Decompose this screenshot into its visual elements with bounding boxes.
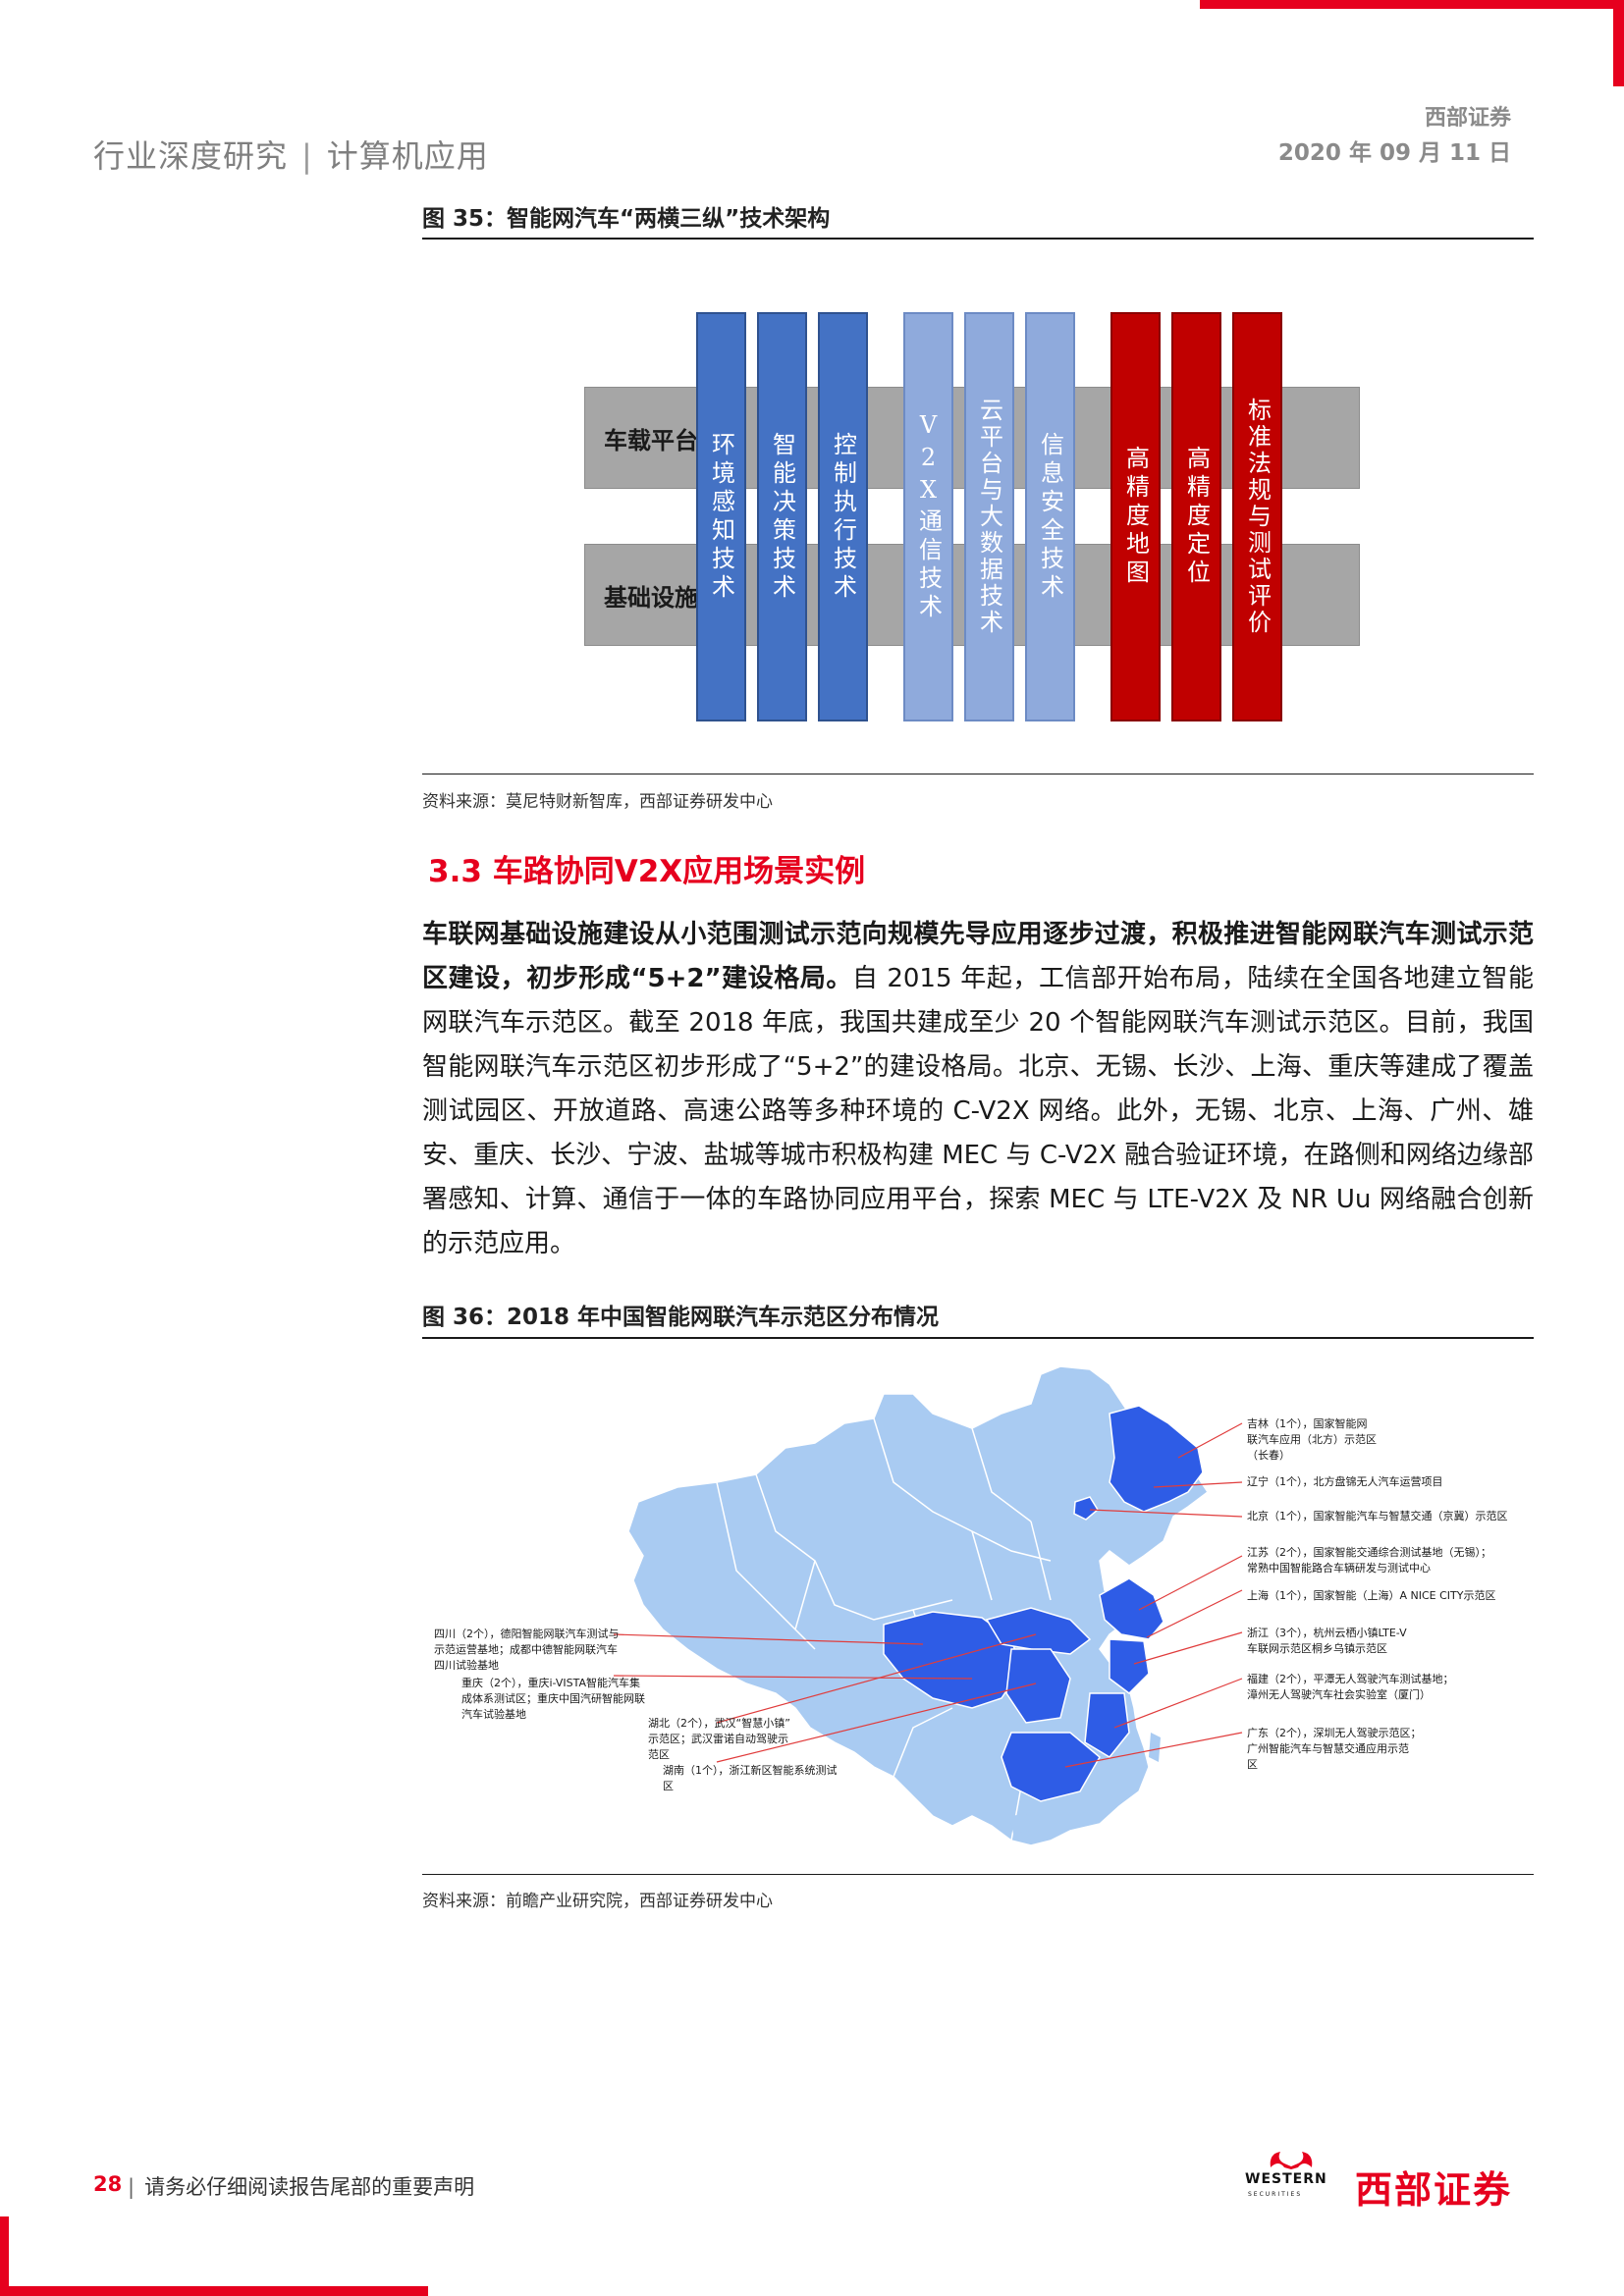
label-line: 重庆（2个），重庆i-VISTA智能汽车集 bbox=[461, 1677, 641, 1689]
label-line: 上海（1个），国家智能（上海）A NICE CITY示范区 bbox=[1247, 1589, 1496, 1602]
column-intelligent-decision: 智能决策技术 bbox=[757, 312, 807, 721]
figure-36-bottom-rule bbox=[422, 1874, 1534, 1875]
bottom-red-rule-vertical bbox=[0, 2216, 9, 2296]
label-line: 常熟中国智能路合车辆研发与测试中心 bbox=[1247, 1562, 1431, 1575]
label-line: 成体系测试区；重庆中国汽研智能网联 bbox=[461, 1692, 645, 1705]
label-line: 漳州无人驾驶汽车社会实验室（厦门） bbox=[1247, 1688, 1431, 1701]
figure-35-source: 资料来源：莫尼特财新智库，西部证券研发中心 bbox=[422, 792, 773, 812]
column-label: 控制执行技术 bbox=[829, 431, 857, 603]
label-chongqing: 重庆（2个），重庆i-VISTA智能汽车集 成体系测试区；重庆中国汽研智能网联 … bbox=[461, 1676, 645, 1723]
figure-35-title: 图 35：智能网汽车“两横三纵”技术架构 bbox=[422, 206, 831, 232]
taiwan-island bbox=[1149, 1733, 1161, 1762]
column-environment-perception: 环境感知技术 bbox=[696, 312, 746, 721]
label-line: 浙江（3个），杭州云栖小镇LTE-V bbox=[1247, 1627, 1407, 1639]
china-map-figure: 吉林（1个），国家智能网 联汽车应用（北方）示范区 （长春） 辽宁（1个），北方… bbox=[422, 1355, 1534, 1865]
column-label: 高精度定位 bbox=[1182, 446, 1211, 588]
column-label: 信息安全技术 bbox=[1036, 431, 1064, 603]
logo-wordmark-cn: 西部证券 bbox=[1355, 2168, 1513, 2212]
bottom-red-rule bbox=[0, 2286, 428, 2296]
page-number: 28 bbox=[93, 2172, 123, 2196]
header-separator: | bbox=[301, 137, 313, 175]
label-jiangsu: 江苏（2个），国家智能交通综合测试基地（无锡）； 常熟中国智能路合车辆研发与测试… bbox=[1247, 1545, 1491, 1576]
label-line: 湖北（2个），武汉“智慧小镇” bbox=[648, 1717, 790, 1730]
report-category: 行业深度研究 | 计算机应用 bbox=[93, 132, 489, 177]
label-line: 示范区；武汉雷诺自动驾驶示 bbox=[648, 1733, 788, 1745]
label-liaoning: 辽宁（1个），北方盘锦无人汽车运营项目 bbox=[1247, 1474, 1443, 1490]
label-sichuan: 四川（2个），德阳智能网联汽车测试与 示范运营基地；成都中德智能网联汽车 四川试… bbox=[434, 1627, 620, 1674]
column-hd-map: 高精度地图 bbox=[1110, 312, 1161, 721]
label-line: 吉林（1个），国家智能网 bbox=[1247, 1417, 1368, 1430]
architecture-diagram: 车载平台 基础设施 环境感知技术 智能决策技术 控制执行技术 V2X通信技术 云… bbox=[584, 312, 1360, 738]
figure-36-top-rule bbox=[422, 1337, 1534, 1339]
label-line: 区 bbox=[1247, 1758, 1258, 1771]
logo-wordmark-en: WESTERN bbox=[1245, 2171, 1327, 2187]
label-jilin: 吉林（1个），国家智能网 联汽车应用（北方）示范区 （长春） bbox=[1247, 1416, 1377, 1464]
row-label-vehicle-platform: 车载平台 bbox=[604, 426, 698, 454]
column-cloud-bigdata: 云平台与大数据技术 bbox=[964, 312, 1014, 721]
label-line: 辽宁（1个），北方盘锦无人汽车运营项目 bbox=[1247, 1475, 1443, 1488]
label-line: 北京（1个），国家智能汽车与智慧交通（京冀）示范区 bbox=[1247, 1510, 1508, 1522]
column-label: 高精度地图 bbox=[1121, 446, 1150, 588]
top-red-rule-vertical bbox=[1613, 0, 1624, 86]
figure-36-source: 资料来源：前瞻产业研究院，西部证券研发中心 bbox=[422, 1892, 773, 1911]
label-line: 广东（2个），深圳无人驾驶示范区； bbox=[1247, 1727, 1422, 1739]
label-guangdong: 广东（2个），深圳无人驾驶示范区； 广州智能汽车与智慧交通应用示范 区 bbox=[1247, 1726, 1422, 1773]
label-line: 湖南（1个），浙江新区智能系统测试 bbox=[663, 1764, 838, 1777]
body-paragraph: 车联网基础设施建设从小范围测试示范向规模先导应用逐步过渡，积极推进智能网联汽车测… bbox=[422, 913, 1534, 1266]
label-line: 四川（2个），德阳智能网联汽车测试与 bbox=[434, 1628, 620, 1640]
report-industry: 计算机应用 bbox=[326, 137, 489, 175]
label-line: 示范运营基地；成都中德智能网联汽车 bbox=[434, 1643, 618, 1656]
column-label: 云平台与大数据技术 bbox=[975, 398, 1003, 636]
label-line: 四川试验基地 bbox=[434, 1659, 499, 1672]
label-zhejiang: 浙江（3个），杭州云栖小镇LTE-V 车联网示范区桐乡乌镇示范区 bbox=[1247, 1626, 1407, 1657]
logo-wordmark-en-sub: SECURITIES bbox=[1248, 2191, 1303, 2198]
footer-separator: | bbox=[128, 2175, 135, 2199]
column-label: 标准法规与测试评价 bbox=[1243, 398, 1272, 636]
row-label-infrastructure: 基础设施 bbox=[604, 583, 698, 612]
column-label: V2X通信技术 bbox=[914, 411, 943, 622]
footer-disclaimer: | 请务必仔细阅读报告尾部的重要声明 bbox=[128, 2171, 474, 2201]
label-line: 区 bbox=[663, 1780, 674, 1792]
section-title: 3.3 车路协同V2X应用场景实例 bbox=[428, 854, 866, 889]
label-line: 联汽车应用（北方）示范区 bbox=[1247, 1433, 1377, 1446]
label-line: 汽车试验基地 bbox=[461, 1708, 526, 1721]
label-fujian: 福建（2个），平潭无人驾驶汽车测试基地； 漳州无人驾驶汽车社会实验室（厦门） bbox=[1247, 1672, 1454, 1703]
label-shanghai: 上海（1个），国家智能（上海）A NICE CITY示范区 bbox=[1247, 1588, 1495, 1604]
label-line: （长春） bbox=[1247, 1449, 1290, 1462]
label-line: 范区 bbox=[648, 1748, 670, 1761]
top-red-rule bbox=[1200, 0, 1624, 9]
column-information-security: 信息安全技术 bbox=[1025, 312, 1075, 721]
column-label: 环境感知技术 bbox=[707, 431, 735, 603]
column-control-execution: 控制执行技术 bbox=[818, 312, 868, 721]
bull-horns-logo-icon bbox=[1270, 2152, 1313, 2169]
label-line: 广州智能汽车与智慧交通应用示范 bbox=[1247, 1742, 1409, 1755]
report-type: 行业深度研究 bbox=[93, 137, 289, 175]
figure-36-title: 图 36：2018 年中国智能网联汽车示范区分布情况 bbox=[422, 1305, 940, 1330]
label-line: 江苏（2个），国家智能交通综合测试基地（无锡）； bbox=[1247, 1546, 1491, 1559]
report-date: 2020 年 09 月 11 日 bbox=[1277, 140, 1511, 166]
column-hd-positioning: 高精度定位 bbox=[1171, 312, 1221, 721]
label-hubei: 湖北（2个），武汉“智慧小镇” 示范区；武汉雷诺自动驾驶示 范区 bbox=[648, 1716, 790, 1763]
header-brand: 西部证券 bbox=[1424, 106, 1511, 131]
footer-disclaimer-text: 请务必仔细阅读报告尾部的重要声明 bbox=[144, 2175, 475, 2199]
column-label: 智能决策技术 bbox=[768, 431, 796, 603]
label-beijing: 北京（1个），国家智能汽车与智慧交通（京冀）示范区 bbox=[1247, 1509, 1508, 1524]
label-hunan: 湖南（1个），浙江新区智能系统测试 区 bbox=[663, 1763, 838, 1794]
column-v2x-communication: V2X通信技术 bbox=[903, 312, 953, 721]
label-line: 福建（2个），平潭无人驾驶汽车测试基地； bbox=[1247, 1673, 1454, 1685]
figure-35-top-rule bbox=[422, 238, 1534, 240]
paragraph-body: 自 2015 年起，工信部开始布局，陆续在全国各地建立智能网联汽车示范区。截至 … bbox=[422, 964, 1534, 1258]
label-line: 车联网示范区桐乡乌镇示范区 bbox=[1247, 1642, 1387, 1655]
column-standards-testing: 标准法规与测试评价 bbox=[1232, 312, 1282, 721]
